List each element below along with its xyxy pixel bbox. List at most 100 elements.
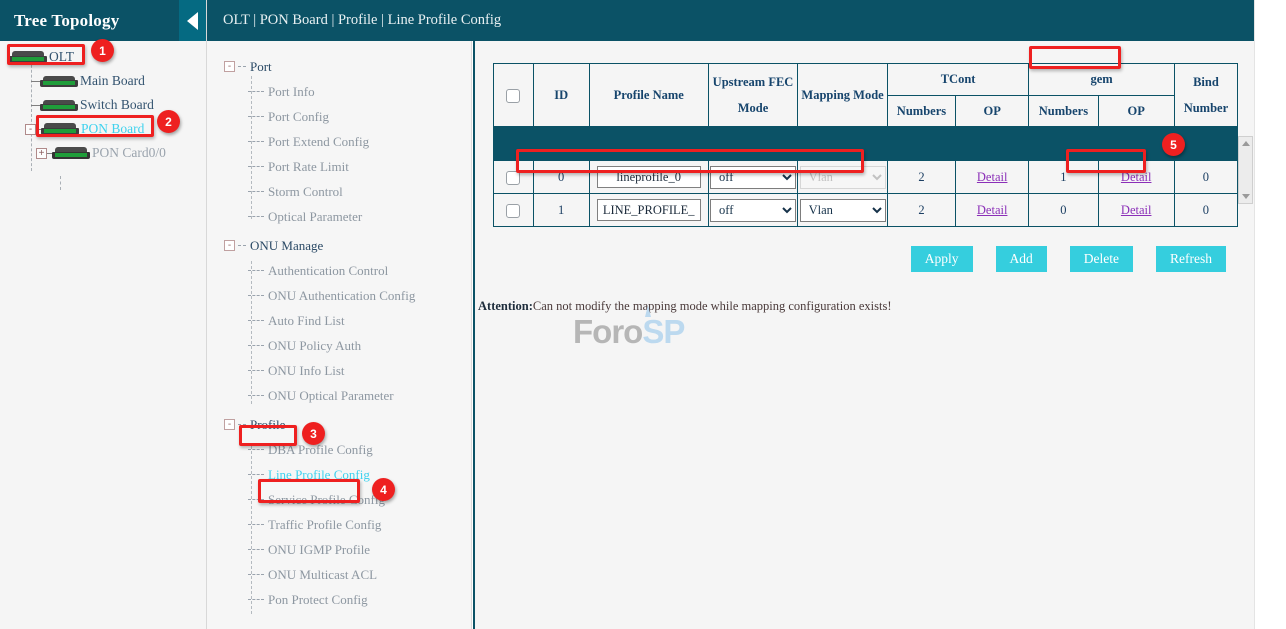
tree-expander-expand[interactable]: + <box>36 148 47 159</box>
menu-connector <box>248 449 264 450</box>
add-button[interactable]: Add <box>996 246 1047 272</box>
watermark-part2: SP <box>642 313 684 350</box>
menu-connector <box>248 370 264 371</box>
menu-item-port-extend-config[interactable]: Port Extend Config <box>207 129 471 154</box>
col-header-bind-line2: Number <box>1175 101 1237 116</box>
profile-name-input[interactable] <box>597 199 701 221</box>
menu-connector <box>248 599 264 600</box>
select-all-checkbox[interactable] <box>506 89 520 103</box>
col-header-upstream-fec-line1: Upstream FEC <box>709 75 798 90</box>
collapse-sidebar-button[interactable] <box>179 0 206 41</box>
menu-item-label: Auto Find List <box>268 313 345 329</box>
menu-item-label: Port Rate Limit <box>268 159 349 175</box>
caret-up-icon[interactable] <box>1242 141 1250 146</box>
attention-message: Can not modify the mapping mode while ma… <box>533 299 892 313</box>
menu-item-label: Optical Parameter <box>268 209 362 225</box>
annotation-badge-3: 3 <box>302 422 325 445</box>
cell-tcont-op: Detail <box>956 194 1029 227</box>
device-board-icon <box>40 99 78 112</box>
menu-item-optical-parameter[interactable]: Optical Parameter <box>207 204 471 229</box>
menu-item-authentication-control[interactable]: Authentication Control <box>207 258 471 283</box>
menu-item-label: Pon Protect Config <box>268 592 368 608</box>
device-olt-icon <box>9 51 47 64</box>
menu-connector <box>248 270 264 271</box>
menu-item-traffic-profile-config[interactable]: Traffic Profile Config <box>207 512 471 537</box>
tcont-detail-link[interactable]: Detail <box>977 170 1008 184</box>
menu-group-port[interactable]: - Port <box>207 54 471 79</box>
menu-item-onu-info-list[interactable]: ONU Info List <box>207 358 471 383</box>
tree-item-label: PON Board <box>81 121 144 137</box>
menu-item-onu-multicast-acl[interactable]: ONU Multicast ACL <box>207 562 471 587</box>
row-select-cell <box>494 194 534 227</box>
menu-item-storm-control[interactable]: Storm Control <box>207 179 471 204</box>
row-checkbox[interactable] <box>506 171 520 185</box>
menu-item-pon-protect-config[interactable]: Pon Protect Config <box>207 587 471 612</box>
main-area: OLT | PON Board | Profile | Line Profile… <box>207 0 1286 629</box>
watermark-logo: ForoSP <box>573 313 684 351</box>
menu-group-onu-manage[interactable]: - ONU Manage <box>207 233 471 258</box>
menu-item-port-config[interactable]: Port Config <box>207 104 471 129</box>
menu-item-onu-igmp-profile[interactable]: ONU IGMP Profile <box>207 537 471 562</box>
fec-mode-select[interactable]: off <box>710 199 796 222</box>
gem-detail-link[interactable]: Detail <box>1121 170 1152 184</box>
annotation-badge-5: 5 <box>1162 133 1185 156</box>
app-root: Tree Topology OLT Main Board <box>0 0 1286 629</box>
profile-name-input[interactable] <box>597 166 701 188</box>
menu-connector <box>248 166 264 167</box>
menu-item-label: Port Extend Config <box>268 134 369 150</box>
menu-item-onu-policy-auth[interactable]: ONU Policy Auth <box>207 333 471 358</box>
menu-item-port-rate-limit[interactable]: Port Rate Limit <box>207 154 471 179</box>
action-button-row: Apply Add Delete Refresh <box>493 246 1238 272</box>
content-panel: ID Profile Name Upstream FEC Mode Mappin… <box>473 41 1254 629</box>
apply-button[interactable]: Apply <box>911 246 973 272</box>
menu-item-service-profile-config[interactable]: Service Profile Config <box>207 487 471 512</box>
select-all-header <box>494 64 534 128</box>
triangle-left-icon <box>187 12 198 30</box>
table-header-row-1: ID Profile Name Upstream FEC Mode Mappin… <box>494 64 1238 96</box>
menu-item-label: DBA Profile Config <box>268 442 373 458</box>
menu-group-label: Profile <box>250 417 285 433</box>
col-header-profile-name: Profile Name <box>589 64 708 128</box>
tree-item-label: OLT <box>49 49 74 65</box>
menu-expander-icon[interactable]: - <box>224 61 235 72</box>
tree-item-pon-card[interactable]: + PON Card0/0 <box>0 141 206 165</box>
menu-item-onu-optical-parameter[interactable]: ONU Optical Parameter <box>207 383 471 408</box>
tree-expander-collapse[interactable]: - <box>25 124 36 135</box>
attention-label: Attention: <box>478 299 533 313</box>
row-checkbox[interactable] <box>506 204 520 218</box>
cell-bind-number: 0 <box>1174 161 1237 194</box>
menu-item-port-info[interactable]: Port Info <box>207 79 471 104</box>
menu-group-profile[interactable]: - Profile <box>207 412 471 437</box>
menu-item-dba-profile-config[interactable]: DBA Profile Config <box>207 437 471 462</box>
table-vertical-scrollbar[interactable] <box>1238 136 1253 204</box>
mapping-mode-select[interactable]: Vlan <box>800 199 886 222</box>
cell-fec-mode: off <box>708 161 798 194</box>
cell-id: 1 <box>533 194 589 227</box>
col-header-gem: gem <box>1029 64 1175 96</box>
menu-connector <box>238 245 246 246</box>
tcont-detail-link[interactable]: Detail <box>977 203 1008 217</box>
header-separator <box>494 128 1238 161</box>
section-menu: - Port Port Info Port Config Port Extend… <box>207 41 472 629</box>
tree-topology-title: Tree Topology <box>0 11 119 31</box>
tree-connector <box>31 105 40 106</box>
menu-expander-icon[interactable]: - <box>224 240 235 251</box>
gem-detail-link[interactable]: Detail <box>1121 203 1152 217</box>
menu-item-auto-find-list[interactable]: Auto Find List <box>207 308 471 333</box>
fec-mode-select[interactable]: off <box>710 166 796 189</box>
menu-expander-icon[interactable]: - <box>224 419 235 430</box>
refresh-button[interactable]: Refresh <box>1156 246 1226 272</box>
line-profile-table-wrap: ID Profile Name Upstream FEC Mode Mappin… <box>493 63 1253 227</box>
col-header-tcont: TCont <box>887 64 1028 96</box>
caret-down-icon[interactable] <box>1242 194 1250 199</box>
tree-item-main-board[interactable]: Main Board <box>0 69 206 93</box>
cell-gem-numbers: 1 <box>1029 161 1098 194</box>
menu-group-label: ONU Manage <box>250 238 323 254</box>
tree-item-label: PON Card0/0 <box>92 145 166 161</box>
delete-button[interactable]: Delete <box>1070 246 1133 272</box>
menu-connector <box>248 116 264 117</box>
menu-item-onu-authentication-config[interactable]: ONU Authentication Config <box>207 283 471 308</box>
cell-profile-name <box>589 161 708 194</box>
menu-item-label: Line Profile Config <box>268 467 370 483</box>
menu-item-line-profile-config[interactable]: Line Profile Config <box>207 462 471 487</box>
